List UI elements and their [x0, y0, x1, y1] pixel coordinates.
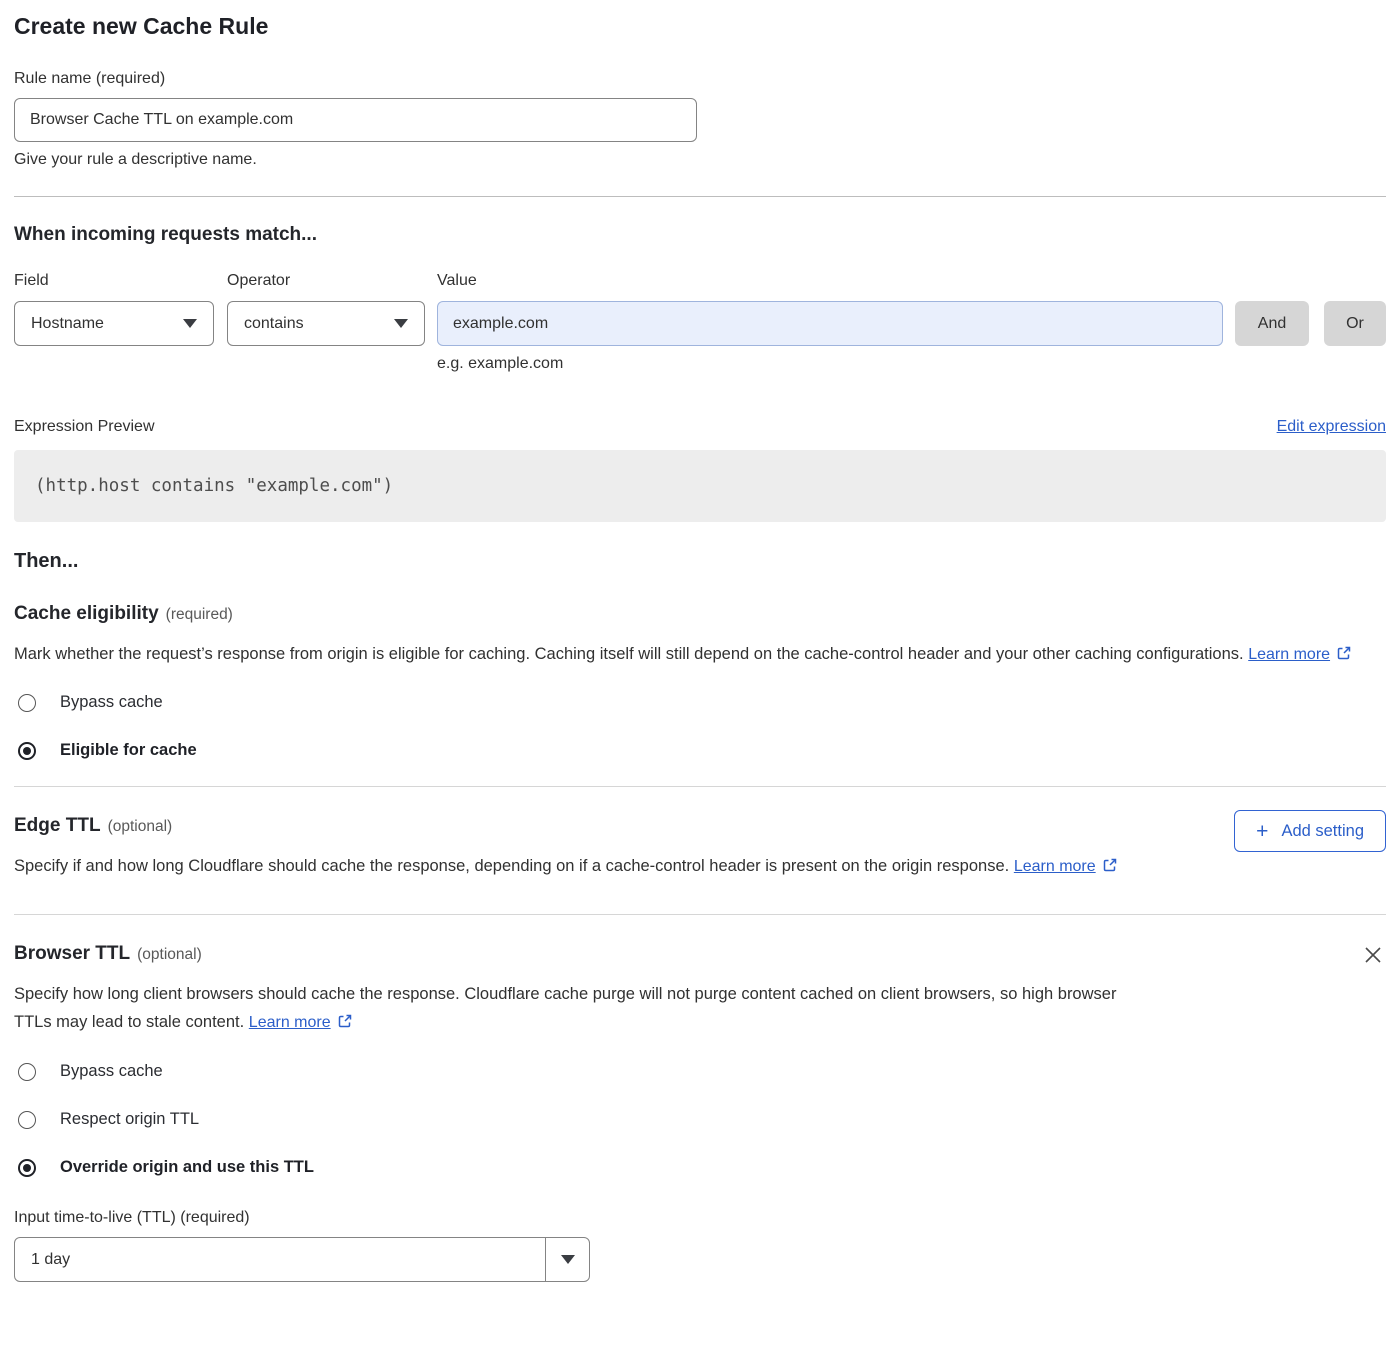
radio-option-override-origin-ttl[interactable]: Override origin and use this TTL [14, 1158, 1386, 1177]
radio-option-respect-origin-ttl[interactable]: Respect origin TTL [14, 1110, 1386, 1129]
ttl-input-label: Input time-to-live (TTL) (required) [14, 1207, 1386, 1229]
radio-option-eligible-for-cache[interactable]: Eligible for cache [14, 741, 1386, 760]
radio-selected-icon [18, 742, 36, 760]
cache-eligibility-description: Mark whether the request’s response from… [14, 640, 1386, 670]
cache-eligibility-title: Cache eligibility [14, 603, 159, 624]
field-select[interactable]: Hostname [14, 301, 214, 346]
external-link-icon [1336, 647, 1352, 665]
match-condition-row: Field Hostname Operator contains Value e… [14, 270, 1386, 375]
browser-ttl-options: Bypass cache Respect origin TTL Override… [14, 1062, 1386, 1177]
browser-ttl-title: Browser TTL [14, 943, 130, 964]
rule-name-field: Rule name (required) Give your rule a de… [14, 68, 1386, 171]
then-heading: Then... [14, 548, 1386, 574]
learn-more-link[interactable]: Learn more [1248, 646, 1330, 663]
section-divider [14, 196, 1386, 197]
expression-preview-header: Expression Preview Edit expression [14, 415, 1386, 439]
chevron-down-icon [545, 1238, 589, 1281]
operator-select-value: contains [244, 315, 304, 333]
or-button[interactable]: Or [1324, 301, 1386, 346]
field-column: Field Hostname [14, 270, 214, 346]
external-link-icon [337, 1015, 353, 1033]
optional-note: (optional) [108, 818, 173, 835]
optional-note: (optional) [137, 946, 202, 963]
edit-expression-link[interactable]: Edit expression [1277, 415, 1386, 439]
add-setting-button[interactable]: + Add setting [1234, 810, 1386, 852]
operator-select[interactable]: contains [227, 301, 425, 346]
match-heading: When incoming requests match... [14, 222, 1386, 248]
ttl-select-value: 1 day [15, 1238, 545, 1281]
radio-selected-icon [18, 1159, 36, 1177]
operator-label: Operator [227, 270, 425, 292]
radio-icon [18, 694, 36, 712]
cache-eligibility-heading: Cache eligibility (required) [14, 601, 1386, 628]
page-title: Create new Cache Rule [14, 12, 1386, 40]
browser-ttl-section: Browser TTL (optional) Specify how long c… [14, 915, 1386, 1282]
rule-name-label: Rule name (required) [14, 68, 1386, 90]
chevron-down-icon [183, 319, 197, 328]
field-select-value: Hostname [31, 315, 104, 333]
browser-ttl-heading: Browser TTL (optional) [14, 941, 1386, 968]
radio-option-bypass-cache[interactable]: Bypass cache [14, 1062, 1386, 1081]
field-label: Field [14, 270, 214, 292]
chevron-down-icon [394, 319, 408, 328]
radio-icon [18, 1063, 36, 1081]
expression-code: (http.host contains "example.com") [35, 476, 393, 496]
learn-more-link[interactable]: Learn more [1014, 858, 1096, 875]
radio-icon [18, 1111, 36, 1129]
required-note: (required) [166, 606, 233, 623]
learn-more-link[interactable]: Learn more [249, 1014, 331, 1031]
plus-icon: + [1256, 821, 1268, 842]
close-icon[interactable] [1362, 944, 1384, 966]
value-column: Value e.g. example.com [437, 270, 1223, 375]
expression-preview-box: (http.host contains "example.com") [14, 450, 1386, 522]
value-input[interactable] [437, 301, 1223, 346]
operator-column: Operator contains [227, 270, 425, 346]
radio-option-bypass-cache[interactable]: Bypass cache [14, 693, 1386, 712]
edge-ttl-section: Edge TTL (optional) + Add setting Specify… [14, 787, 1386, 882]
and-button[interactable]: And [1235, 301, 1309, 346]
value-help: e.g. example.com [437, 353, 1223, 375]
edge-ttl-title: Edge TTL [14, 815, 101, 836]
external-link-icon [1102, 859, 1118, 877]
edge-ttl-description: Specify if and how long Cloudflare shoul… [14, 852, 1119, 882]
expression-preview-label: Expression Preview [14, 415, 155, 439]
create-cache-rule-form: Create new Cache Rule Rule name (require… [0, 12, 1400, 1282]
browser-ttl-description: Specify how long client browsers should … [14, 980, 1119, 1038]
rule-name-input[interactable] [14, 98, 697, 142]
rule-name-help: Give your rule a descriptive name. [14, 149, 1386, 171]
ttl-select[interactable]: 1 day [14, 1237, 590, 1282]
edge-ttl-heading: Edge TTL (optional) [14, 813, 1386, 840]
value-label: Value [437, 270, 1223, 292]
